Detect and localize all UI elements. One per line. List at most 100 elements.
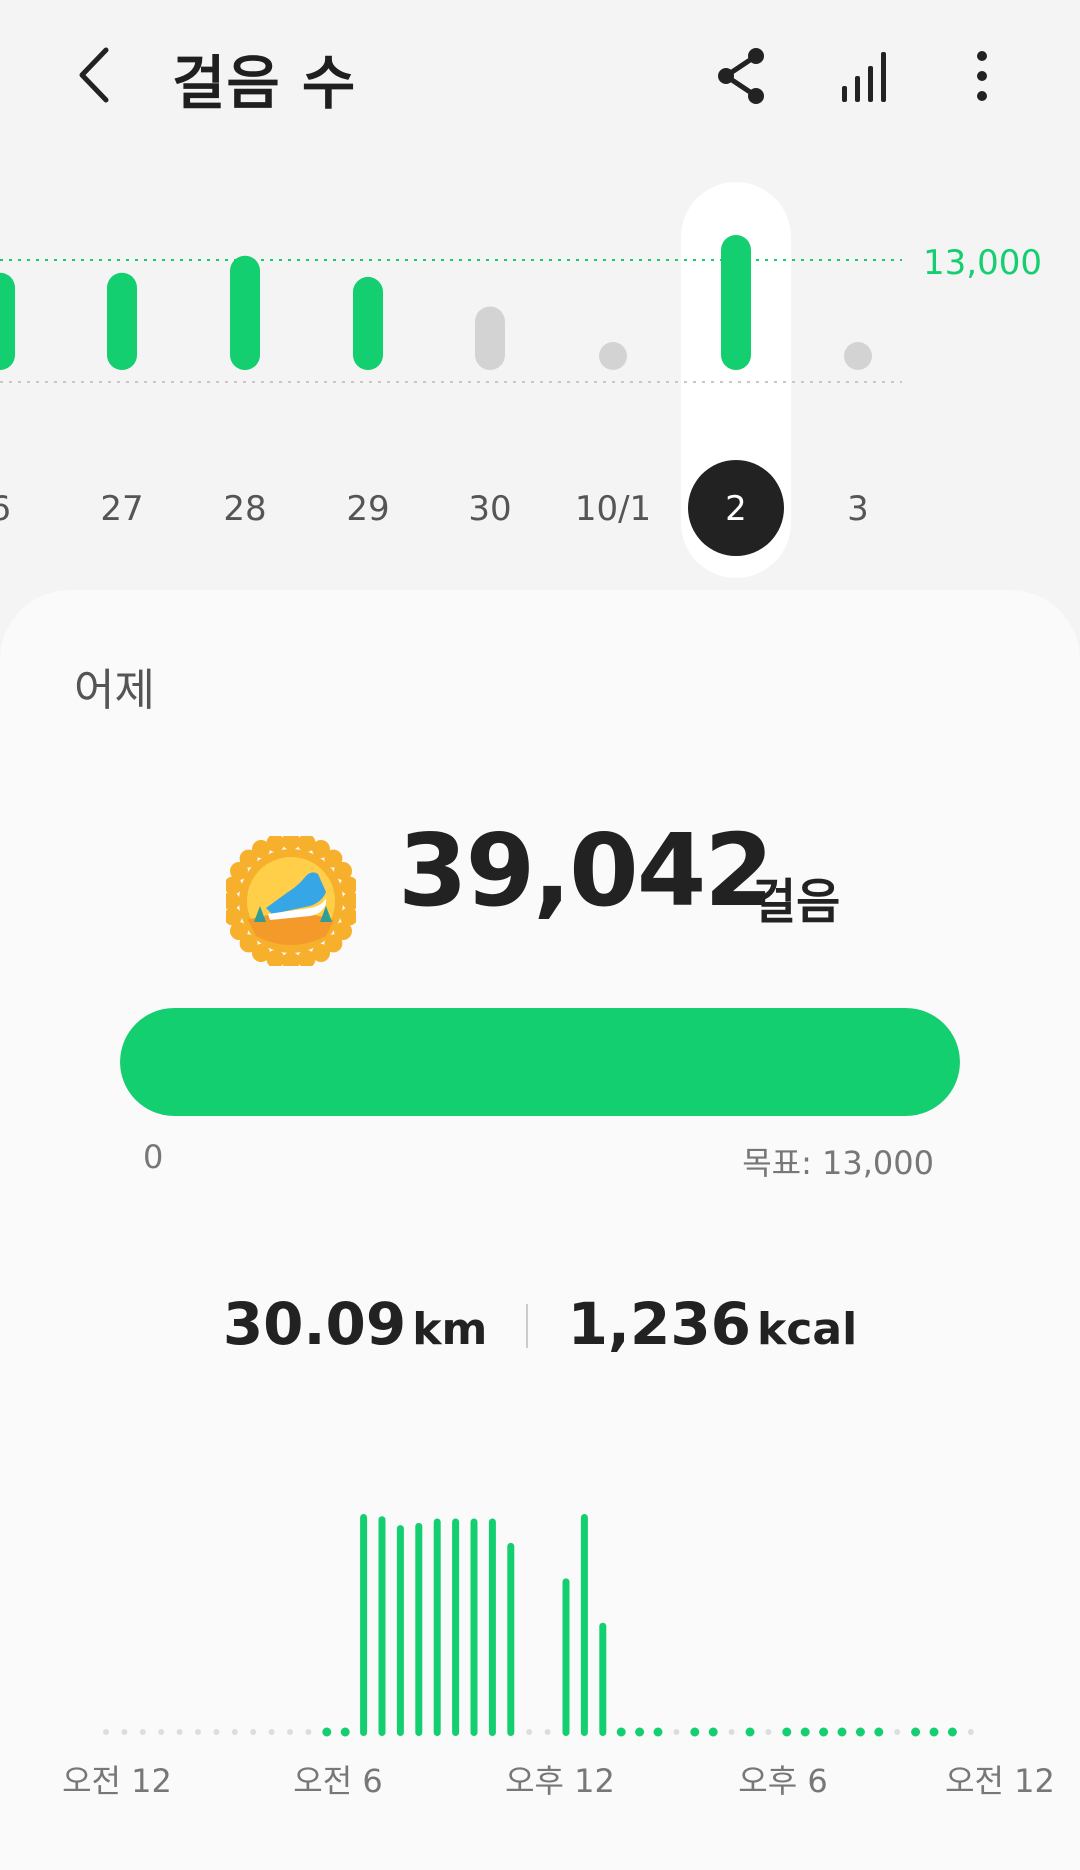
day-label-28[interactable]: 28: [223, 489, 266, 529]
hour-dot: [929, 1727, 939, 1737]
summary-card: 어제 39,042 걸음 0 목표: 13,000 30.09 km 1,236 k…: [0, 590, 1080, 1870]
hour-dot: [673, 1729, 680, 1735]
hour-dot: [305, 1729, 312, 1735]
day-label-2[interactable]: 2: [725, 489, 747, 529]
hour-dot: [837, 1727, 847, 1737]
hour-dot: [340, 1727, 350, 1737]
hour-bar: [470, 1518, 478, 1736]
progress-min-label: 0: [143, 1138, 164, 1176]
hour-dot: [653, 1727, 663, 1737]
app-header: 걸음 수: [0, 0, 1080, 160]
more-options-button[interactable]: [952, 44, 1012, 108]
day-bar-6[interactable]: [0, 272, 15, 370]
hour-dot: [819, 1727, 829, 1737]
hour-bar: [396, 1525, 404, 1736]
hour-dot: [874, 1727, 884, 1737]
hour-dot: [855, 1727, 865, 1737]
day-label-6[interactable]: 6: [0, 489, 11, 529]
day-bar-29[interactable]: [353, 276, 383, 370]
hour-dot: [268, 1729, 275, 1735]
day-dot-3[interactable]: [844, 342, 872, 370]
day-label-30[interactable]: 30: [468, 489, 511, 529]
hour-dot: [745, 1727, 755, 1737]
day-label-3[interactable]: 3: [847, 489, 869, 529]
back-button[interactable]: [70, 40, 120, 110]
distance-unit: km: [412, 1304, 488, 1355]
hour-bar: [452, 1518, 460, 1736]
hour-dot: [967, 1729, 974, 1735]
more-vert-icon: [977, 51, 987, 101]
daily-steps-chart[interactable]: 13,000 6 27 28 29 30 10/1 2 3: [0, 170, 1080, 590]
period-label: 어제: [74, 665, 155, 716]
day-dot-10/1[interactable]: [599, 342, 627, 370]
day-label-10/1[interactable]: 10/1: [575, 489, 651, 529]
hour-dot: [250, 1729, 257, 1735]
hour-bar: [415, 1522, 423, 1736]
hour-dot: [121, 1729, 128, 1735]
hour-bar: [507, 1542, 515, 1736]
stats-bars-icon: [842, 52, 886, 102]
activity-stats: 30.09 km 1,236 kcal: [0, 1290, 1080, 1358]
hour-bar: [562, 1578, 570, 1736]
goal-progress-bar: [120, 1008, 960, 1116]
hour-bar: [433, 1518, 441, 1736]
hour-dot: [195, 1729, 201, 1735]
day-label-27[interactable]: 27: [100, 489, 143, 529]
back-arrow-icon: [79, 47, 109, 103]
hour-dot: [616, 1727, 626, 1737]
hour-dot: [544, 1729, 551, 1735]
hour-dot: [139, 1729, 146, 1735]
progress-goal-label: 목표: 13,000: [742, 1144, 934, 1182]
hour-bar: [599, 1622, 607, 1736]
hourly-steps-chart: 오전 12 오전 6 오후 12 오후 6 오전 12: [62, 1514, 1055, 1800]
hour-dot: [322, 1727, 332, 1737]
hour-dot: [287, 1729, 293, 1735]
hour-dot: [765, 1729, 772, 1735]
hour-dot: [800, 1727, 810, 1737]
day-bar-30[interactable]: [475, 306, 505, 370]
distance-value: 30.09: [222, 1290, 407, 1358]
hour-dot: [894, 1729, 901, 1735]
stats-divider: [526, 1304, 529, 1348]
trends-button[interactable]: [836, 44, 896, 108]
badge-ray: [342, 892, 356, 910]
hour-dot: [213, 1729, 220, 1735]
day-bar-2[interactable]: [721, 235, 751, 370]
hour-dot: [635, 1727, 645, 1737]
hour-dot: [690, 1727, 700, 1737]
badge-ray: [226, 892, 240, 910]
hour-dot: [728, 1729, 735, 1735]
hour-dot: [158, 1729, 165, 1735]
hour-bar: [378, 1516, 386, 1736]
share-button[interactable]: [712, 44, 772, 108]
hour-bar: [360, 1514, 368, 1736]
hour-tick-label: 오전 12: [945, 1762, 1055, 1800]
day-bar-28[interactable]: [230, 255, 260, 370]
calories-value: 1,236: [567, 1290, 752, 1358]
badge-ray: [282, 836, 300, 850]
hour-bar: [580, 1514, 588, 1736]
day-label-29[interactable]: 29: [346, 489, 389, 529]
hour-tick-label: 오전 12: [62, 1762, 172, 1800]
hour-dot: [782, 1727, 792, 1737]
steps-unit: 걸음: [752, 874, 841, 930]
hour-dot: [911, 1727, 921, 1737]
running-shoe-badge-icon: [226, 836, 356, 966]
goal-progress-fill: [120, 1008, 960, 1116]
goal-value-label: 13,000: [923, 243, 1042, 283]
hour-dot: [103, 1729, 109, 1735]
hour-tick-label: 오전 6: [293, 1762, 382, 1800]
page-title: 걸음 수: [172, 49, 357, 117]
hour-tick-label: 오후 6: [738, 1762, 827, 1800]
share-icon: [718, 48, 764, 104]
day-bar-27[interactable]: [107, 272, 137, 370]
badge-ray: [282, 952, 300, 966]
hour-bar: [488, 1518, 496, 1736]
hour-dot: [176, 1729, 183, 1735]
hour-dot: [231, 1729, 238, 1735]
hour-dot: [947, 1727, 957, 1737]
steps-count: 39,042: [398, 812, 774, 929]
hour-dot: [708, 1727, 718, 1737]
hour-tick-label: 오후 12: [505, 1762, 615, 1800]
hour-dot: [526, 1729, 533, 1735]
